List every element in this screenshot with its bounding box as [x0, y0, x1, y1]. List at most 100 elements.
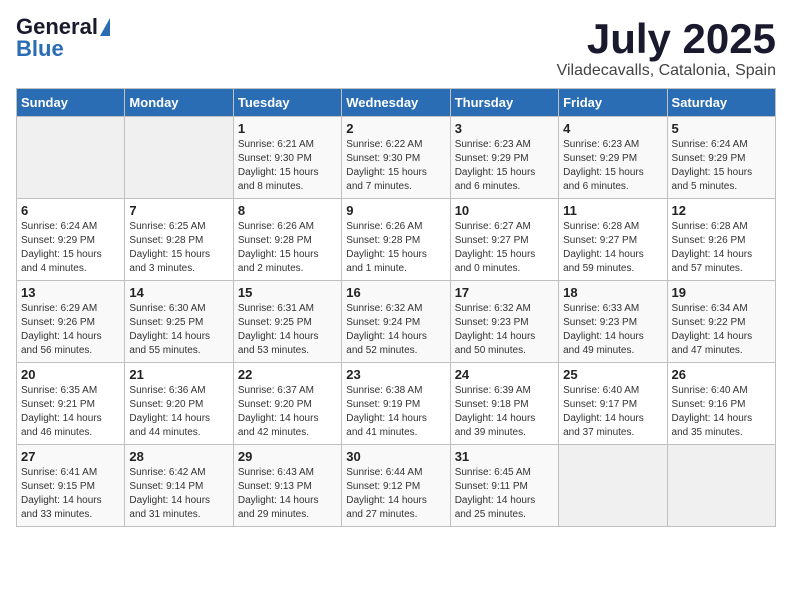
calendar-day-cell: 11 Sunrise: 6:28 AMSunset: 9:27 PMDayligh… [559, 199, 667, 281]
day-number: 15 [238, 285, 337, 300]
day-info: Sunrise: 6:24 AMSunset: 9:29 PMDaylight:… [21, 220, 120, 276]
day-number: 31 [455, 449, 554, 464]
calendar-day-cell: 27Sunrise: 6:41 AMSunset: 9:15 PMDayligh… [17, 445, 125, 527]
calendar-day-cell: 30 Sunrise: 6:44 AMSunset: 9:12 PMDayligh… [342, 445, 450, 527]
calendar-day-cell: 7Sunrise: 6:25 AMSunset: 9:28 PMDaylight… [125, 199, 233, 281]
page-header: General Blue July 2025 Viladecavalls, Ca… [16, 16, 776, 80]
day-info: Sunrise: 6:30 AMSunset: 9:25 PMDaylight:… [129, 302, 228, 358]
calendar-day-cell: 21 Sunrise: 6:36 AMSunset: 9:20 PMDayligh… [125, 363, 233, 445]
calendar-day-cell [125, 117, 233, 199]
calendar-day-cell: 1 Sunrise: 6:21 AMSunset: 9:30 PMDaylight… [233, 117, 341, 199]
calendar-day-cell [17, 117, 125, 199]
day-info: Sunrise: 6:28 AMSunset: 9:26 PMDaylight:… [672, 220, 771, 276]
calendar-day-cell: 14 Sunrise: 6:30 AMSunset: 9:25 PMDayligh… [125, 281, 233, 363]
day-number: 13 [21, 285, 120, 300]
day-number: 6 [21, 203, 120, 218]
day-info: Sunrise: 6:37 AMSunset: 9:20 PMDaylight:… [238, 384, 337, 440]
calendar-day-cell: 25Sunrise: 6:40 AMSunset: 9:17 PMDayligh… [559, 363, 667, 445]
day-number: 29 [238, 449, 337, 464]
day-info: Sunrise: 6:23 AMSunset: 9:29 PMDaylight:… [455, 138, 554, 194]
day-number: 30 [346, 449, 445, 464]
day-number: 10 [455, 203, 554, 218]
day-of-week-header: Monday [125, 89, 233, 117]
day-info: Sunrise: 6:23 AMSunset: 9:29 PMDaylight:… [563, 138, 662, 194]
day-number: 19 [672, 285, 771, 300]
day-number: 21 [129, 367, 228, 382]
location-subtitle: Viladecavalls, Catalonia, Spain [557, 62, 776, 80]
day-number: 18 [563, 285, 662, 300]
day-info: Sunrise: 6:27 AMSunset: 9:27 PMDaylight:… [455, 220, 554, 276]
day-info: Sunrise: 6:43 AMSunset: 9:13 PMDaylight:… [238, 466, 337, 522]
calendar-week-row: 13 Sunrise: 6:29 AMSunset: 9:26 PMDayligh… [17, 281, 776, 363]
day-info: Sunrise: 6:40 AMSunset: 9:16 PMDaylight:… [672, 384, 771, 440]
calendar-day-cell: 4 Sunrise: 6:23 AMSunset: 9:29 PMDaylight… [559, 117, 667, 199]
calendar-day-cell: 10 Sunrise: 6:27 AMSunset: 9:27 PMDayligh… [450, 199, 558, 281]
calendar-day-cell: 31Sunrise: 6:45 AMSunset: 9:11 PMDayligh… [450, 445, 558, 527]
day-of-week-header: Wednesday [342, 89, 450, 117]
day-info: Sunrise: 6:26 AMSunset: 9:28 PMDaylight:… [238, 220, 337, 276]
calendar-day-cell: 6 Sunrise: 6:24 AMSunset: 9:29 PMDaylight… [17, 199, 125, 281]
day-of-week-header: Saturday [667, 89, 775, 117]
month-year-title: July 2025 [557, 16, 776, 62]
calendar-day-cell: 24 Sunrise: 6:39 AMSunset: 9:18 PMDayligh… [450, 363, 558, 445]
day-info: Sunrise: 6:25 AMSunset: 9:28 PMDaylight:… [129, 220, 228, 276]
day-number: 2 [346, 121, 445, 136]
calendar-day-cell: 28Sunrise: 6:42 AMSunset: 9:14 PMDayligh… [125, 445, 233, 527]
calendar-table: SundayMondayTuesdayWednesdayThursdayFrid… [16, 88, 776, 527]
calendar-day-cell: 3Sunrise: 6:23 AMSunset: 9:29 PMDaylight… [450, 117, 558, 199]
calendar-day-cell: 20 Sunrise: 6:35 AMSunset: 9:21 PMDayligh… [17, 363, 125, 445]
day-info: Sunrise: 6:38 AMSunset: 9:19 PMDaylight:… [346, 384, 445, 440]
day-info: Sunrise: 6:26 AMSunset: 9:28 PMDaylight:… [346, 220, 445, 276]
day-number: 12 [672, 203, 771, 218]
day-number: 14 [129, 285, 228, 300]
day-number: 25 [563, 367, 662, 382]
day-info: Sunrise: 6:34 AMSunset: 9:22 PMDaylight:… [672, 302, 771, 358]
title-block: July 2025 Viladecavalls, Catalonia, Spai… [557, 16, 776, 80]
day-number: 4 [563, 121, 662, 136]
day-number: 24 [455, 367, 554, 382]
day-number: 1 [238, 121, 337, 136]
calendar-day-cell: 16Sunrise: 6:32 AMSunset: 9:24 PMDayligh… [342, 281, 450, 363]
day-number: 17 [455, 285, 554, 300]
calendar-day-cell: 29 Sunrise: 6:43 AMSunset: 9:13 PMDayligh… [233, 445, 341, 527]
day-number: 9 [346, 203, 445, 218]
day-info: Sunrise: 6:29 AMSunset: 9:26 PMDaylight:… [21, 302, 120, 358]
calendar-day-cell: 9 Sunrise: 6:26 AMSunset: 9:28 PMDaylight… [342, 199, 450, 281]
day-number: 20 [21, 367, 120, 382]
calendar-day-cell: 15Sunrise: 6:31 AMSunset: 9:25 PMDayligh… [233, 281, 341, 363]
logo: General Blue [16, 16, 110, 60]
calendar-header-row: SundayMondayTuesdayWednesdayThursdayFrid… [17, 89, 776, 117]
calendar-day-cell: 2Sunrise: 6:22 AMSunset: 9:30 PMDaylight… [342, 117, 450, 199]
day-info: Sunrise: 6:42 AMSunset: 9:14 PMDaylight:… [129, 466, 228, 522]
day-of-week-header: Sunday [17, 89, 125, 117]
calendar-week-row: 1 Sunrise: 6:21 AMSunset: 9:30 PMDaylight… [17, 117, 776, 199]
day-info: Sunrise: 6:33 AMSunset: 9:23 PMDaylight:… [563, 302, 662, 358]
calendar-week-row: 27Sunrise: 6:41 AMSunset: 9:15 PMDayligh… [17, 445, 776, 527]
day-info: Sunrise: 6:24 AMSunset: 9:29 PMDaylight:… [672, 138, 771, 194]
day-number: 22 [238, 367, 337, 382]
day-number: 8 [238, 203, 337, 218]
day-info: Sunrise: 6:41 AMSunset: 9:15 PMDaylight:… [21, 466, 120, 522]
day-info: Sunrise: 6:39 AMSunset: 9:18 PMDaylight:… [455, 384, 554, 440]
day-number: 11 [563, 203, 662, 218]
calendar-day-cell: 26Sunrise: 6:40 AMSunset: 9:16 PMDayligh… [667, 363, 775, 445]
calendar-week-row: 20 Sunrise: 6:35 AMSunset: 9:21 PMDayligh… [17, 363, 776, 445]
calendar-day-cell: 18 Sunrise: 6:33 AMSunset: 9:23 PMDayligh… [559, 281, 667, 363]
day-info: Sunrise: 6:21 AMSunset: 9:30 PMDaylight:… [238, 138, 337, 194]
day-info: Sunrise: 6:32 AMSunset: 9:23 PMDaylight:… [455, 302, 554, 358]
calendar-day-cell [559, 445, 667, 527]
day-info: Sunrise: 6:35 AMSunset: 9:21 PMDaylight:… [21, 384, 120, 440]
day-of-week-header: Thursday [450, 89, 558, 117]
calendar-week-row: 6 Sunrise: 6:24 AMSunset: 9:29 PMDaylight… [17, 199, 776, 281]
calendar-day-cell: 22 Sunrise: 6:37 AMSunset: 9:20 PMDayligh… [233, 363, 341, 445]
day-of-week-header: Friday [559, 89, 667, 117]
calendar-day-cell: 17 Sunrise: 6:32 AMSunset: 9:23 PMDayligh… [450, 281, 558, 363]
calendar-day-cell: 13 Sunrise: 6:29 AMSunset: 9:26 PMDayligh… [17, 281, 125, 363]
logo-triangle-icon [100, 18, 110, 36]
day-number: 5 [672, 121, 771, 136]
day-info: Sunrise: 6:44 AMSunset: 9:12 PMDaylight:… [346, 466, 445, 522]
calendar-day-cell: 23Sunrise: 6:38 AMSunset: 9:19 PMDayligh… [342, 363, 450, 445]
day-info: Sunrise: 6:28 AMSunset: 9:27 PMDaylight:… [563, 220, 662, 276]
logo-blue-text: Blue [16, 38, 64, 60]
day-info: Sunrise: 6:36 AMSunset: 9:20 PMDaylight:… [129, 384, 228, 440]
